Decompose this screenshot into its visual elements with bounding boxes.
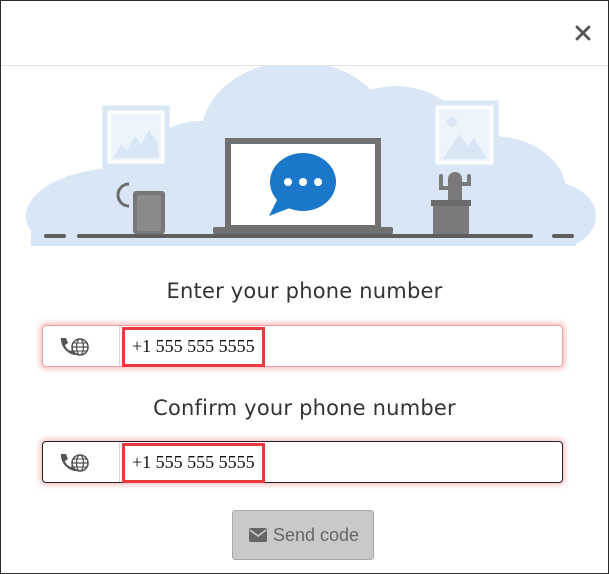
right-picture-frame — [430, 100, 499, 170]
confirm-phone-input[interactable] — [121, 442, 561, 482]
laptop — [213, 138, 393, 234]
phone-number-field[interactable] — [42, 325, 563, 367]
desk-illustration — [26, 66, 596, 246]
confirm-prefix-addon — [43, 442, 120, 482]
confirm-heading: Confirm your phone number — [153, 396, 456, 420]
phone-input[interactable] — [121, 326, 561, 366]
send-code-button[interactable]: Send code — [232, 510, 374, 560]
phone-heading: Enter your phone number — [166, 279, 443, 303]
phone-globe-icon — [60, 454, 89, 472]
left-picture-frame — [102, 105, 170, 169]
close-icon — [575, 25, 591, 41]
phone-prefix-addon — [43, 326, 120, 366]
phone-globe-icon — [60, 338, 89, 356]
envelope-icon — [249, 528, 267, 545]
confirm-phone-field[interactable] — [42, 441, 563, 483]
phone-verification-dialog: Enter your phone number Confirm your pho… — [0, 0, 609, 574]
close-button[interactable] — [569, 19, 597, 47]
send-code-label: Send code — [273, 525, 360, 545]
